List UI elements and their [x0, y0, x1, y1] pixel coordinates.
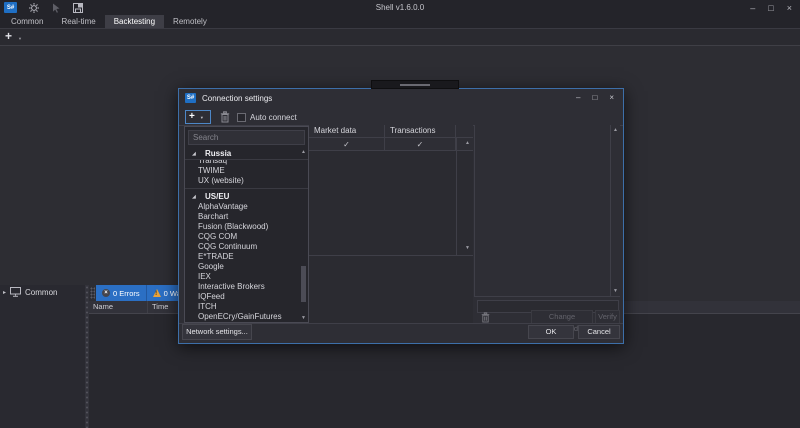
- market-data-check-icon[interactable]: ✓: [309, 138, 385, 150]
- monitor-icon: [10, 287, 21, 299]
- errors-count-label: 0 Errors: [113, 289, 140, 298]
- dock-hint-tab: [371, 80, 459, 89]
- connector-item-iqfeed[interactable]: IQFeed: [185, 292, 308, 302]
- connector-item-ux[interactable]: UX (website): [185, 176, 308, 186]
- connector-group-useu[interactable]: ◢ US/EU: [185, 188, 308, 202]
- change-password-button[interactable]: Change password: [531, 310, 593, 324]
- add-panel-button[interactable]: +: [5, 29, 12, 43]
- dialog-title: Connection settings: [202, 94, 272, 103]
- errors-filter-badge[interactable]: × 0 Errors: [96, 285, 147, 301]
- connector-item-cqg-continuum[interactable]: CQG Continuum: [185, 242, 308, 252]
- ok-button[interactable]: OK: [528, 325, 574, 339]
- add-connection-caret-icon: ▼: [200, 115, 204, 120]
- scroll-down-icon[interactable]: ▼: [611, 288, 620, 294]
- dialog-minimize-button[interactable]: –: [576, 93, 580, 102]
- column-market-data[interactable]: Market data: [309, 125, 385, 137]
- transactions-check-icon[interactable]: ✓: [385, 138, 456, 150]
- connector-item-google[interactable]: Google: [185, 262, 308, 272]
- dialog-close-button[interactable]: ×: [609, 93, 614, 102]
- strategies-tree-panel: ▸ Common: [0, 285, 85, 428]
- main-tabbar: Common Real-time Backtesting Remotely: [0, 15, 800, 29]
- connections-grid-header: Market data Transactions: [309, 125, 473, 138]
- grid-scroll-down-icon[interactable]: ▼: [465, 245, 470, 251]
- connection-row[interactable]: ✓ ✓: [309, 138, 473, 151]
- window-titlebar: S# Shell v1.6.0.0 – □ ×: [0, 0, 800, 15]
- connection-settings-dialog: S# Connection settings – □ × + ▼ Auto co…: [178, 88, 624, 344]
- scroll-up-icon[interactable]: ▲: [611, 127, 620, 133]
- workspace-toolbar: + ▼: [0, 29, 800, 45]
- connector-item-twime[interactable]: TWIME: [185, 166, 308, 176]
- window-minimize-button[interactable]: –: [750, 3, 755, 13]
- connector-dropdown-panel: ◢ Russia Transaq TWIME UX (website) ◢ US…: [184, 126, 309, 323]
- grid-scroll-up-icon[interactable]: ▲: [465, 140, 470, 146]
- scroll-up-icon[interactable]: ▲: [299, 149, 308, 155]
- tab-remotely[interactable]: Remotely: [164, 15, 216, 28]
- connector-item-etrade[interactable]: E*TRADE: [185, 252, 308, 262]
- column-transactions[interactable]: Transactions: [385, 125, 456, 137]
- tree-item-label: Common: [25, 288, 57, 297]
- window-title: Shell v1.6.0.0: [0, 3, 800, 12]
- cancel-button[interactable]: Cancel: [578, 325, 620, 339]
- toolbar-grip-handle[interactable]: [90, 287, 95, 299]
- error-icon: ×: [102, 289, 110, 297]
- connector-group-russia[interactable]: ◢ Russia: [185, 148, 308, 160]
- scrollbar-thumb[interactable]: [301, 266, 306, 302]
- connector-item-cqg-com[interactable]: CQG COM: [185, 232, 308, 242]
- connector-item-alphavantage[interactable]: AlphaVantage: [185, 202, 308, 212]
- group-label: US/EU: [205, 192, 229, 201]
- scroll-down-icon[interactable]: ▼: [299, 315, 308, 321]
- plus-icon: +: [189, 111, 195, 123]
- connector-item-barchart[interactable]: Barchart: [185, 212, 308, 222]
- auto-connect-checkbox[interactable]: [237, 113, 246, 122]
- tree-expand-icon[interactable]: ▸: [3, 289, 6, 296]
- tab-common[interactable]: Common: [2, 15, 52, 28]
- tab-real-time[interactable]: Real-time: [52, 15, 104, 28]
- dialog-maximize-button[interactable]: □: [592, 93, 597, 102]
- connector-item-iex[interactable]: IEX: [185, 272, 308, 282]
- connector-list-scrollbar[interactable]: ▲ ▼: [299, 148, 308, 322]
- connector-item-openecry[interactable]: OpenECry/GainFutures: [185, 312, 308, 322]
- connector-item-interactive-brokers[interactable]: Interactive Brokers: [185, 282, 308, 292]
- dialog-logo: S#: [185, 93, 196, 103]
- group-expand-icon[interactable]: ◢: [192, 191, 196, 203]
- tree-item-common[interactable]: ▸ Common: [0, 285, 85, 300]
- connector-item-itch[interactable]: ITCH: [185, 302, 308, 312]
- auto-connect-label: Auto connect: [250, 113, 297, 122]
- remove-connection-button[interactable]: [220, 111, 230, 125]
- properties-panel: ▲ ▼: [474, 125, 620, 297]
- window-close-button[interactable]: ×: [787, 3, 792, 13]
- warning-icon: !: [153, 289, 161, 297]
- group-expand-icon[interactable]: ◢: [192, 148, 196, 160]
- group-label: Russia: [205, 149, 231, 158]
- tab-backtesting[interactable]: Backtesting: [105, 15, 164, 28]
- dialog-titlebar: S# Connection settings: [179, 89, 623, 107]
- connector-list: ◢ Russia Transaq TWIME UX (website) ◢ US…: [185, 148, 308, 322]
- add-connection-button[interactable]: + ▼: [185, 110, 211, 124]
- search-input[interactable]: [188, 130, 305, 145]
- log-column-name[interactable]: Name: [89, 301, 148, 313]
- connections-grid-panel: Market data Transactions ✓ ✓ ▲ ▼: [309, 125, 473, 323]
- network-settings-button[interactable]: Network settings...: [182, 324, 252, 340]
- verify-button[interactable]: Verify: [595, 310, 620, 324]
- add-panel-caret-icon[interactable]: ▼: [18, 36, 22, 41]
- connector-item-fusion[interactable]: Fusion (Blackwood): [185, 222, 308, 232]
- properties-scrollbar[interactable]: ▲ ▼: [610, 125, 620, 296]
- window-maximize-button[interactable]: □: [768, 3, 773, 13]
